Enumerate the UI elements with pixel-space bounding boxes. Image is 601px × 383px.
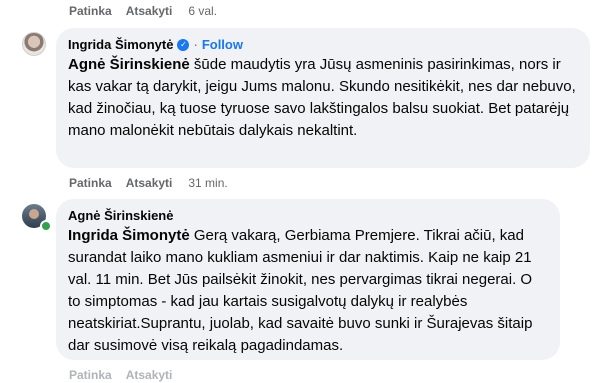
comment-body: Gerą vakarą, Gerbiama Premjere. Tikrai a… <box>68 227 533 354</box>
verified-badge-icon: ✓ <box>177 38 190 51</box>
reply-button[interactable]: Atsakyti <box>126 176 173 190</box>
comment-text: Ingrida Šimonytė Gerą vakarą, Gerbiama P… <box>68 225 548 357</box>
online-status-icon <box>40 220 52 232</box>
comment-author[interactable]: Ingrida Šimonytė <box>68 37 173 52</box>
mention-link[interactable]: Agnė Širinskienė <box>68 56 190 73</box>
like-button[interactable]: Patinka <box>69 368 112 382</box>
comment-author-row: Agnė Širinskienė <box>68 208 548 223</box>
comment-bubble: Agnė Širinskienė Ingrida Šimonytė Gerą v… <box>56 199 560 360</box>
comment-actions: Patinka Atsakyti <box>69 368 186 382</box>
comment-bubble: Ingrida Šimonytė ✓ · Follow Agnė Širinsk… <box>56 28 590 168</box>
reply-button[interactable]: Atsakyti <box>126 368 173 382</box>
comment-text: Agnė Širinskienė šūde maudytis yra Jūsų … <box>68 54 578 142</box>
avatar[interactable] <box>22 32 46 56</box>
mention-link[interactable]: Ingrida Šimonytė <box>68 227 190 244</box>
comment-timestamp[interactable]: 31 min. <box>188 176 227 190</box>
follow-button[interactable]: Follow <box>202 37 243 52</box>
comment-actions: Patinka Atsakyti 31 min. <box>69 176 242 190</box>
reply-button[interactable]: Atsakyti <box>126 4 173 18</box>
comment-actions-top: Patinka Atsakyti 6 val. <box>69 4 231 18</box>
comment-author[interactable]: Agnė Širinskienė <box>68 208 173 223</box>
like-button[interactable]: Patinka <box>69 176 112 190</box>
like-button[interactable]: Patinka <box>69 4 112 18</box>
separator: · <box>193 37 198 52</box>
comment-author-row: Ingrida Šimonytė ✓ · Follow <box>68 37 578 52</box>
comment-timestamp[interactable]: 6 val. <box>188 4 217 18</box>
